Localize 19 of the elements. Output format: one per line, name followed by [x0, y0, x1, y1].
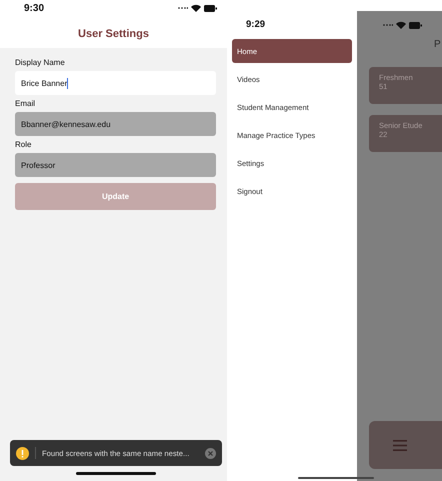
input-field: Professor: [15, 153, 216, 177]
wifi-icon: [191, 4, 201, 12]
screen-title: P: [433, 38, 442, 52]
warning-icon: [16, 446, 29, 460]
menu-icon: [393, 440, 407, 450]
status-time: 9:29: [245, 19, 266, 32]
battery-icon: [204, 4, 217, 12]
field-label: Email: [15, 99, 36, 108]
input-field[interactable]: Brice Banner: [15, 71, 216, 95]
wifi-icon: [396, 21, 406, 29]
signal-icon: [383, 23, 393, 27]
screen-title: User Settings: [77, 27, 150, 42]
close-icon[interactable]: [205, 448, 216, 458]
input-field: Bbanner@kennesaw.edu: [15, 112, 216, 136]
field-label: Role: [15, 140, 32, 149]
status-time: 9:30: [24, 2, 44, 14]
battery-icon: [409, 22, 422, 28]
signal-icon: [178, 6, 188, 10]
field-label: Display Name: [15, 58, 66, 67]
